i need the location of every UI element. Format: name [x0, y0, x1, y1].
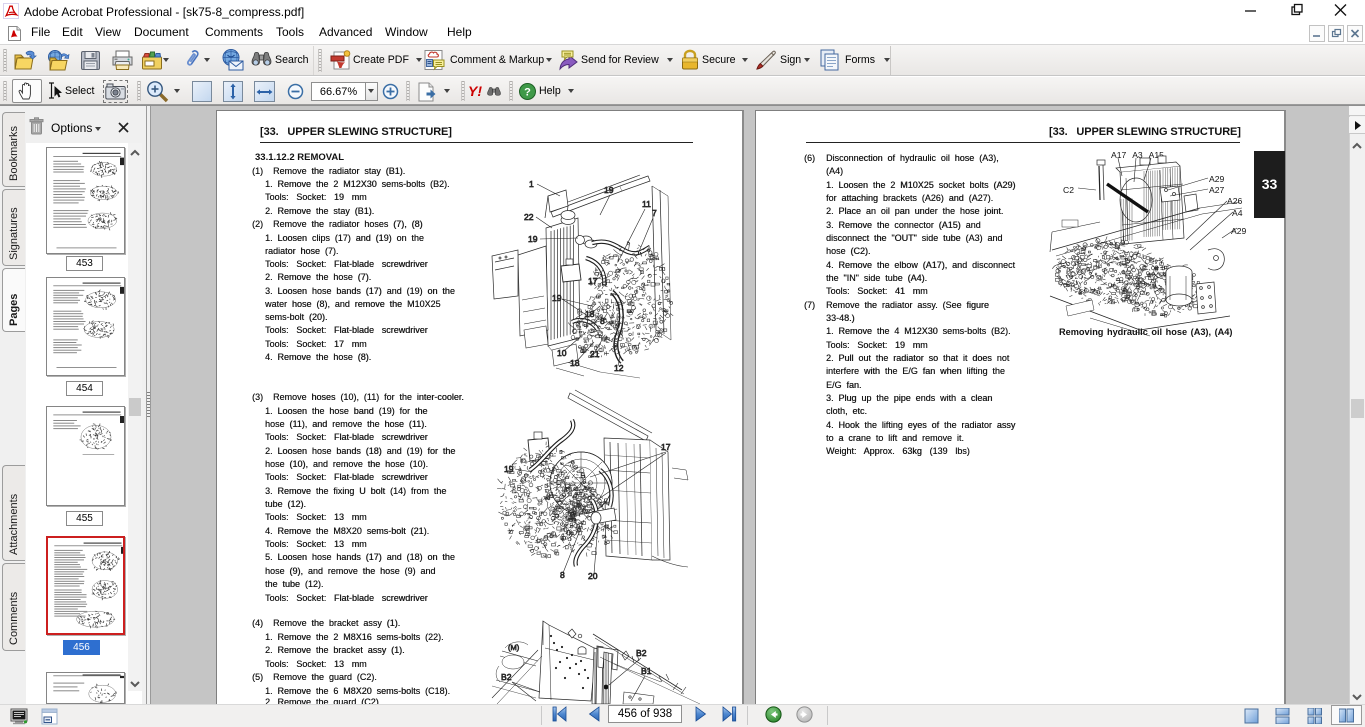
svg-text:8: 8	[560, 570, 565, 580]
svg-text:B2: B2	[501, 672, 512, 682]
svg-text:B1: B1	[641, 666, 652, 676]
svg-text:17: 17	[588, 276, 598, 286]
svg-text:17: 17	[661, 442, 671, 452]
svg-text:19: 19	[604, 185, 614, 195]
svg-text:21: 21	[590, 349, 600, 359]
svg-text:19: 19	[528, 234, 538, 244]
svg-text:11: 11	[642, 199, 651, 209]
svg-text:22: 22	[524, 212, 534, 222]
svg-text:7: 7	[652, 208, 657, 218]
svg-text:(M): (M)	[508, 643, 520, 652]
svg-text:1: 1	[529, 179, 534, 189]
svg-text:18: 18	[585, 309, 595, 319]
svg-text:19: 19	[552, 293, 562, 303]
svg-text:12: 12	[614, 363, 624, 373]
svg-text:20: 20	[588, 571, 598, 581]
svg-text:B2: B2	[636, 648, 647, 658]
svg-text:19: 19	[504, 464, 514, 474]
